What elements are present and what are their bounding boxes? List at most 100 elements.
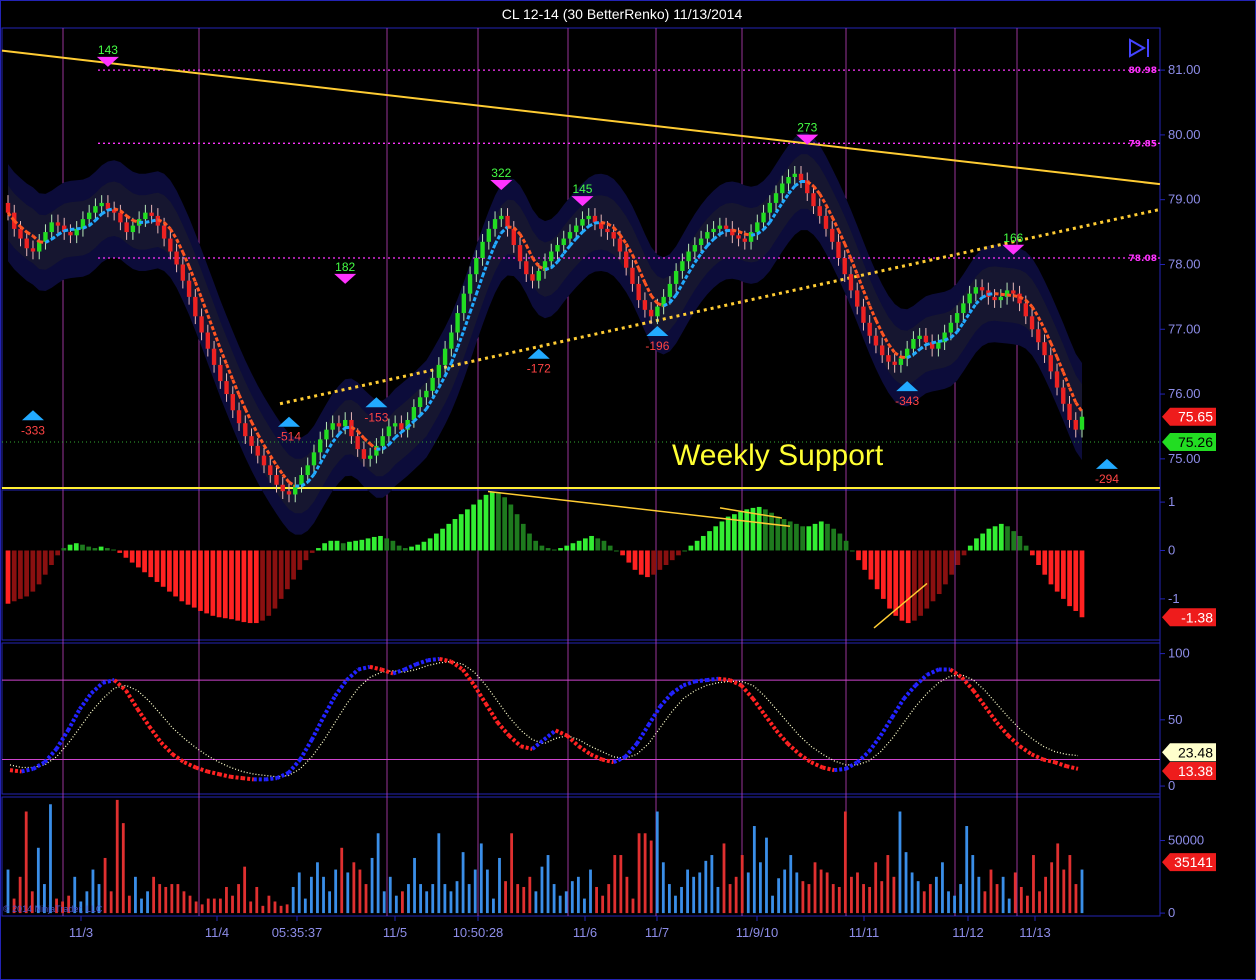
candle-body-73 (461, 293, 467, 314)
candle-body-154 (967, 293, 972, 304)
candle-body-61 (386, 426, 392, 437)
osc-bar-92 (576, 540, 582, 551)
candle-body-125 (786, 177, 791, 184)
candle-body-34 (218, 364, 223, 382)
osc-bar-99 (620, 550, 625, 556)
osc-bar-86 (539, 545, 545, 551)
osc-bar-89 (558, 548, 563, 551)
osc-bar-76 (477, 499, 483, 551)
volume-bar-50 (309, 876, 313, 914)
osc-bar-146 (912, 550, 917, 621)
volume-bar-45 (279, 905, 283, 914)
volume-bar-149 (910, 872, 914, 914)
price-tick-label-0: 81.00 (1168, 62, 1201, 77)
last-price-tag: 75.65 (1162, 407, 1216, 426)
osc-bar-112 (700, 535, 706, 551)
weekly-support-label: Weekly Support (672, 439, 884, 472)
candle-body-19 (124, 222, 129, 233)
volume-bar-133 (813, 862, 817, 914)
candle-body-60 (380, 436, 385, 446)
candle-body-4 (30, 248, 36, 252)
osc-bar-113 (707, 531, 712, 551)
volume-bar-62 (382, 891, 386, 914)
osc-bar-10 (67, 544, 73, 551)
volume-bar-73 (449, 891, 453, 914)
volume-bar-21 (134, 876, 137, 914)
osc-bar-22 (142, 550, 147, 573)
volume-bar-16 (103, 857, 107, 914)
candle-body-151 (948, 322, 954, 333)
volume-bar-36 (225, 886, 228, 914)
candle-body-123 (773, 193, 779, 203)
osc-bar-96 (601, 540, 607, 551)
candle-body-163 (1023, 303, 1028, 317)
candle-body-145 (911, 338, 916, 349)
candle-body-142 (892, 361, 897, 365)
x-tick-label-3: 11/5 (383, 925, 407, 940)
osc-bar-101 (632, 550, 638, 570)
volume-bar-101 (619, 855, 623, 914)
candle-body-58 (367, 455, 373, 459)
osc-bar-64 (402, 548, 408, 551)
volume-bar-156 (953, 895, 956, 914)
volume-bar-83 (510, 833, 514, 914)
osc-bar-50 (316, 548, 321, 551)
volume-bar-135 (825, 872, 829, 914)
volume-bar-57 (352, 862, 356, 914)
volume-value-tag: 35141 (1162, 853, 1216, 872)
osc-bar-118 (738, 511, 743, 551)
osc-bar-20 (129, 550, 135, 563)
osc-bar-61 (384, 538, 390, 551)
osc-bar-172 (1073, 550, 1079, 611)
candle-body-111 (698, 238, 704, 246)
osc-bar-91 (570, 543, 576, 551)
osc-bar-43 (272, 550, 278, 609)
volume-bar-90 (552, 884, 556, 914)
osc-bar-100 (626, 550, 632, 563)
volume-bar-158 (965, 826, 969, 914)
volume-bar-175 (1068, 855, 1072, 914)
osc-bar-3 (24, 550, 29, 597)
volume-bar-79 (485, 869, 489, 914)
osc-bar-137 (856, 550, 861, 561)
candle-body-167 (1048, 355, 1053, 372)
candle-body-76 (480, 241, 485, 258)
candle-body-135 (848, 274, 854, 291)
osc-bar-68 (427, 538, 433, 551)
volume-bar-86 (528, 876, 532, 914)
osc-bar-157 (980, 533, 986, 551)
volume-bar-170 (1038, 891, 1041, 914)
chart-canvas[interactable]: 80.98 79.85 78.08 81.00 80.00 79.00 78.00 77.0… (0, 0, 1256, 980)
stoch-tick-label-2: 0 (1168, 778, 1175, 793)
candle-body-108 (680, 261, 685, 271)
candle-body-124 (780, 183, 785, 194)
volume-bar-121 (740, 855, 744, 914)
osc-bar-26 (167, 550, 172, 592)
volume-bar-23 (146, 891, 149, 914)
osc-bar-130 (812, 523, 818, 551)
volume-bar-127 (777, 878, 781, 914)
candle-body-3 (24, 238, 29, 249)
osc-bar-160 (998, 523, 1004, 551)
volume-bar-74 (455, 881, 459, 914)
osc-bar-46 (291, 550, 296, 580)
osc-bar-95 (595, 538, 601, 551)
osc-bar-23 (148, 550, 154, 578)
osc-bar-152 (949, 550, 954, 575)
candle-body-83 (524, 261, 529, 275)
volume-bar-88 (540, 866, 544, 914)
candle-body-74 (467, 274, 473, 294)
volume-bar-70 (431, 884, 435, 914)
osc-bar-73 (458, 514, 464, 551)
osc-bar-127 (794, 523, 799, 551)
volume-bar-166 (1013, 872, 1017, 914)
volume-bar-17 (109, 891, 113, 914)
candle-body-39 (249, 436, 254, 446)
volume-bar-47 (291, 886, 295, 914)
price-tick-label-6: 75.00 (1168, 451, 1201, 466)
osc-bar-129 (806, 526, 812, 551)
stoch-k-tag-text: 13.38 (1178, 763, 1213, 779)
volume-bar-151 (922, 891, 926, 914)
osc-bar-6 (42, 550, 48, 575)
stoch-d-tag: 23.48 (1162, 743, 1216, 762)
